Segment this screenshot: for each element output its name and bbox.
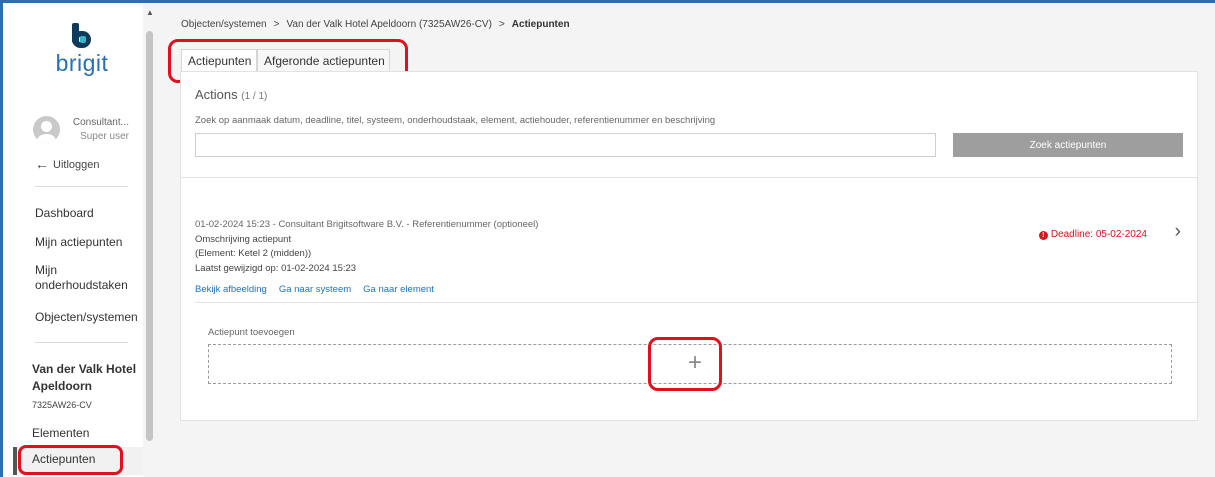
logo-text: brigit <box>55 50 109 76</box>
breadcrumb-item[interactable]: Van der Valk Hotel Apeldoorn (7325AW26-C… <box>286 19 491 30</box>
project-code: 7325AW26-CV <box>32 400 92 410</box>
warning-icon: ! <box>1038 231 1048 240</box>
breadcrumb: Objecten/systemen > Van der Valk Hotel Ape… <box>181 19 570 30</box>
sidebar: brigit Consultant... Super user ← Uitlogg… <box>3 3 143 477</box>
highlight-annotation <box>18 445 123 475</box>
breadcrumb-separator: > <box>273 19 280 30</box>
chevron-right-icon[interactable]: › <box>1175 221 1181 243</box>
scrollbar-thumb[interactable] <box>146 31 153 441</box>
logout-link[interactable]: ← Uitloggen <box>35 156 99 172</box>
deadline-text: Deadline: 05-02-2024 <box>1050 229 1147 240</box>
sidebar-divider <box>35 186 128 187</box>
logout-label: Uitloggen <box>53 159 100 171</box>
scroll-up-icon[interactable]: ▲ <box>143 9 157 17</box>
action-meta: 01-02-2024 15:23 - Consultant Brigitsoft… <box>195 219 539 230</box>
link-ga-naar-systeem[interactable]: Ga naar systeem <box>279 284 351 295</box>
nav-item-objecten-systemen[interactable]: Objecten/systemen <box>35 310 138 325</box>
action-links: Bekijk afbeelding Ga naar systeem Ga naar … <box>195 279 446 297</box>
sidebar-divider <box>35 342 128 343</box>
action-description: Omschrijving actiepunt <box>195 234 292 245</box>
card-title: Actions (1 / 1) <box>195 87 267 102</box>
search-input[interactable] <box>195 133 936 157</box>
nav-item-mijn-onderhoudstaken[interactable]: Mijn onderhoudstaken <box>35 263 130 293</box>
nav-item-dashboard[interactable]: Dashboard <box>35 206 94 221</box>
project-name: Van der Valk Hotel Apeldoorn <box>32 362 137 393</box>
add-action-label: Actiepunt toevoegen <box>208 327 295 338</box>
deadline-badge: ! Deadline: 05-02-2024 <box>1038 229 1147 240</box>
card-count: (1 / 1) <box>241 91 268 102</box>
brigit-logo[interactable]: brigit <box>47 23 117 77</box>
user-role: Super user <box>80 131 129 142</box>
actions-card: Actions (1 / 1) Zoek op aanmaak datum, d… <box>180 71 1199 421</box>
nav-item-mijn-actiepunten[interactable]: Mijn actiepunten <box>35 235 122 250</box>
card-title-text: Actions <box>195 87 238 102</box>
user-name: Consultant... <box>72 117 129 128</box>
brigit-logo-icon <box>70 23 94 49</box>
item-divider <box>195 302 1199 303</box>
link-ga-naar-element[interactable]: Ga naar element <box>363 284 434 295</box>
sidebar-scrollbar[interactable]: ▲ <box>143 3 157 477</box>
search-label: Zoek op aanmaak datum, deadline, titel, … <box>195 115 716 126</box>
highlight-annotation <box>648 337 722 391</box>
avatar-icon <box>33 116 60 143</box>
main-content: Objecten/systemen > Van der Valk Hotel Ape… <box>157 3 1215 477</box>
action-modified: Laatst gewijzigd op: 01-02-2024 15:23 <box>195 263 357 274</box>
search-button[interactable]: Zoek actiepunten <box>953 133 1183 157</box>
action-item[interactable]: 01-02-2024 15:23 - Consultant Brigitsoft… <box>195 219 1185 301</box>
nav-item-elementen[interactable]: Elementen <box>32 426 89 441</box>
breadcrumb-current: Actiepunten <box>511 19 570 30</box>
arrow-left-icon: ← <box>35 156 49 172</box>
card-divider <box>181 177 1197 178</box>
link-bekijk-afbeelding[interactable]: Bekijk afbeelding <box>195 284 267 295</box>
action-element: (Element: Ketel 2 (midden)) <box>195 248 312 259</box>
user-profile[interactable]: Consultant... Super user <box>33 113 129 149</box>
breadcrumb-separator: > <box>498 19 505 30</box>
breadcrumb-item[interactable]: Objecten/systemen <box>181 19 267 30</box>
